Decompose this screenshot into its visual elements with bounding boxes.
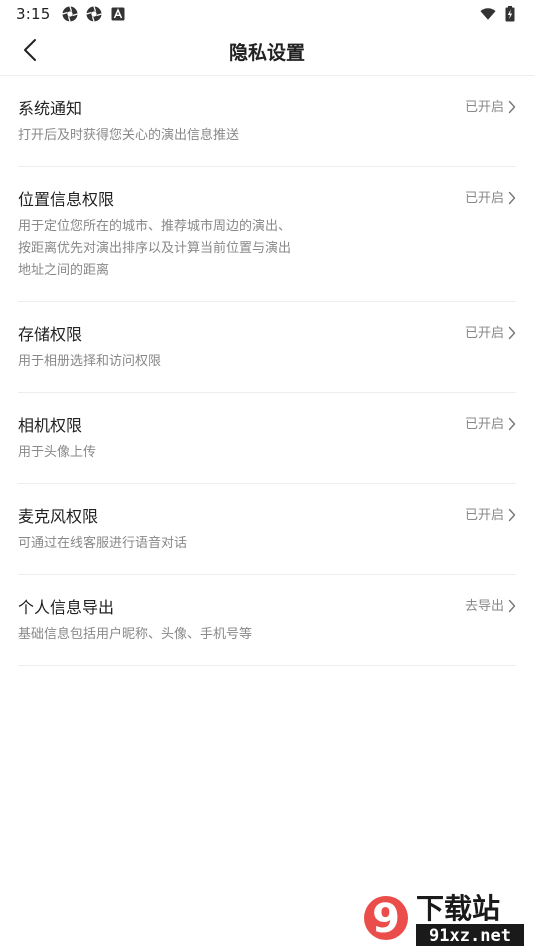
chevron-right-icon — [508, 99, 516, 118]
setting-title: 麦克风权限 — [18, 507, 99, 526]
site-watermark: 9 下载站 91xz.net — [356, 888, 528, 950]
setting-description: 用于相册选择和访问权限 — [18, 354, 162, 369]
setting-location-permission[interactable]: 位置信息权限 用于定位您所在的城市、推荐城市周边的演出、按距离优先对演出排序以及… — [18, 167, 516, 302]
chevron-left-icon — [23, 38, 37, 66]
chevron-right-icon — [508, 507, 516, 526]
setting-status: 已开启 — [464, 326, 504, 341]
setting-status: 已开启 — [464, 508, 504, 523]
watermark-logo: 9 下载站 91xz.net — [364, 892, 524, 946]
battery-charging-icon — [502, 6, 518, 22]
setting-status: 已开启 — [464, 100, 504, 115]
setting-system-notification[interactable]: 系统通知 打开后及时获得您关心的演出信息推送 已开启 — [18, 76, 516, 167]
setting-description: 用于定位您所在的城市、推荐城市周边的演出、按距离优先对演出排序以及计算当前位置与… — [18, 219, 292, 278]
setting-storage-permission[interactable]: 存储权限 用于相册选择和访问权限 已开启 — [18, 302, 516, 393]
setting-status-link[interactable]: 已开启 — [465, 506, 516, 526]
font-a-icon — [110, 6, 126, 22]
navigation-bar: 隐私设置 — [0, 28, 534, 76]
setting-status-link[interactable]: 已开启 — [465, 98, 516, 118]
setting-title: 存储权限 — [18, 325, 83, 344]
setting-personal-info-export[interactable]: 个人信息导出 基础信息包括用户昵称、头像、手机号等 去导出 — [18, 575, 516, 666]
aperture-icon — [62, 6, 79, 22]
setting-description: 可通过在线客服进行语音对话 — [18, 536, 188, 551]
aperture-icon — [86, 6, 103, 22]
wifi-icon — [480, 6, 496, 22]
setting-status: 已开启 — [464, 191, 504, 206]
status-notification-icons — [62, 6, 126, 22]
setting-description: 基础信息包括用户昵称、头像、手机号等 — [18, 627, 253, 642]
setting-status: 去导出 — [464, 599, 504, 614]
setting-title: 位置信息权限 — [18, 190, 115, 209]
setting-title: 个人信息导出 — [18, 598, 115, 617]
svg-text:91xz.net: 91xz.net — [429, 926, 511, 946]
chevron-right-icon — [508, 325, 516, 344]
setting-status-link[interactable]: 已开启 — [465, 189, 516, 209]
setting-status: 已开启 — [464, 417, 504, 432]
settings-list: 系统通知 打开后及时获得您关心的演出信息推送 已开启 位置信息权限 用于定位您所… — [18, 76, 516, 666]
status-bar: 3:15 — [0, 0, 534, 28]
setting-status-link[interactable]: 去导出 — [465, 597, 516, 617]
setting-status-link[interactable]: 已开启 — [465, 324, 516, 344]
setting-title: 系统通知 — [18, 99, 83, 118]
svg-text:9: 9 — [372, 896, 400, 942]
back-button[interactable] — [14, 36, 46, 68]
setting-camera-permission[interactable]: 相机权限 用于头像上传 已开启 — [18, 393, 516, 484]
svg-text:下载站: 下载站 — [416, 892, 500, 925]
status-system-icons — [480, 6, 518, 22]
status-time: 3:15 — [16, 5, 51, 23]
setting-title: 相机权限 — [18, 416, 83, 435]
setting-description: 用于头像上传 — [18, 445, 97, 460]
privacy-settings-screen: 3:15 隐私设置 系统通知 打开后及时获得您关心的演出信息推送 已开启 位置信… — [0, 0, 534, 950]
chevron-right-icon — [508, 190, 516, 209]
setting-description: 打开后及时获得您关心的演出信息推送 — [18, 128, 240, 143]
setting-status-link[interactable]: 已开启 — [465, 415, 516, 435]
chevron-right-icon — [508, 598, 516, 617]
page-title: 隐私设置 — [228, 42, 305, 64]
chevron-right-icon — [508, 416, 516, 435]
setting-microphone-permission[interactable]: 麦克风权限 可通过在线客服进行语音对话 已开启 — [18, 484, 516, 575]
